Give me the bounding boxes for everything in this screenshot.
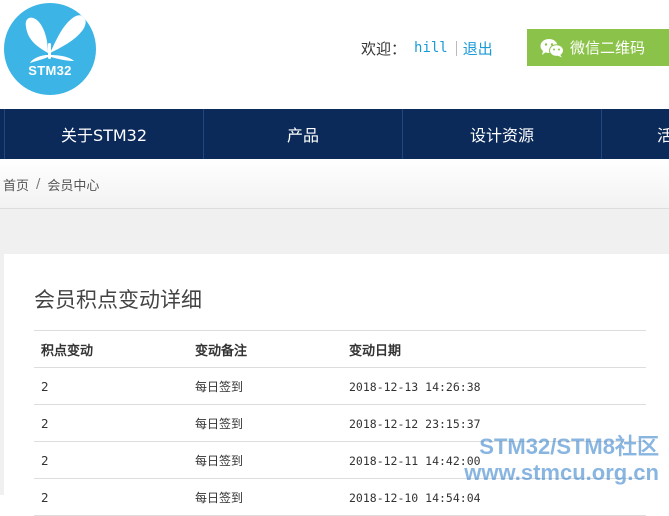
table-header-row: 积点变动 变动备注 变动日期 xyxy=(34,331,646,368)
user-bar: 欢迎： hill 退出 xyxy=(361,36,493,60)
column-header-note: 变动备注 xyxy=(195,344,248,359)
logout-link[interactable]: 退出 xyxy=(463,38,493,59)
cell-points: 2 xyxy=(41,379,49,394)
table-row: 2 每日签到 2018-12-13 14:26:38 xyxy=(34,368,646,405)
cell-date: 2018-12-10 14:54:04 xyxy=(349,490,481,505)
page-title: 会员积点变动详细 xyxy=(34,288,202,312)
wechat-button-label: 微信二维码 xyxy=(570,39,646,57)
cell-points: 2 xyxy=(41,453,49,468)
points-table: 积点变动 变动备注 变动日期 2 每日签到 2018-12-13 14:26:3… xyxy=(34,330,646,516)
welcome-label: 欢迎： xyxy=(361,39,407,58)
separator xyxy=(455,40,457,56)
column-header-date: 变动日期 xyxy=(349,344,402,359)
cell-points: 2 xyxy=(41,490,49,505)
nav-item-events[interactable]: 活 xyxy=(601,109,669,159)
cell-note: 每日签到 xyxy=(195,380,244,394)
column-header-points: 积点变动 xyxy=(41,344,94,359)
breadcrumb-bar: 首页 / 会员中心 xyxy=(0,159,669,209)
cell-date: 2018-12-13 14:26:38 xyxy=(349,379,481,394)
main-nav: 关于STM32 产品 设计资源 活 xyxy=(0,109,669,159)
butterfly-icon xyxy=(25,15,86,63)
nav-item-products[interactable]: 产品 xyxy=(203,109,402,159)
cell-note: 每日签到 xyxy=(195,454,244,468)
wechat-icon xyxy=(540,38,564,57)
breadcrumb: 首页 / 会员中心 xyxy=(3,159,99,209)
cell-date: 2018-12-11 14:42:00 xyxy=(349,453,481,468)
table-row: 2 每日签到 2018-12-11 14:42:00 xyxy=(34,442,646,479)
table-row: 2 每日签到 2018-12-12 23:15:37 xyxy=(34,405,646,442)
points-panel: 会员积点变动详细 积点变动 变动备注 变动日期 2 每日签到 2018-12-1… xyxy=(4,254,669,516)
breadcrumb-home[interactable]: 首页 xyxy=(3,175,29,194)
breadcrumb-member-center[interactable]: 会员中心 xyxy=(47,175,99,194)
cell-note: 每日签到 xyxy=(195,417,244,431)
username-link[interactable]: hill xyxy=(414,40,448,56)
nav-item-design-resources[interactable]: 设计资源 xyxy=(402,109,601,159)
cell-date: 2018-12-12 23:15:37 xyxy=(349,416,481,431)
nav-item-about[interactable]: 关于STM32 xyxy=(4,109,203,159)
cell-points: 2 xyxy=(41,416,49,431)
site-header: STM32 欢迎： hill 退出 微信二维码 xyxy=(0,0,669,109)
cell-note: 每日签到 xyxy=(195,491,244,505)
logo-text: STM32 xyxy=(28,63,72,78)
breadcrumb-separator: / xyxy=(36,176,41,192)
table-row: 2 每日签到 2018-12-10 14:54:04 xyxy=(34,479,646,516)
stm32-logo[interactable]: STM32 xyxy=(4,3,96,95)
wechat-qr-button[interactable]: 微信二维码 xyxy=(527,29,669,66)
